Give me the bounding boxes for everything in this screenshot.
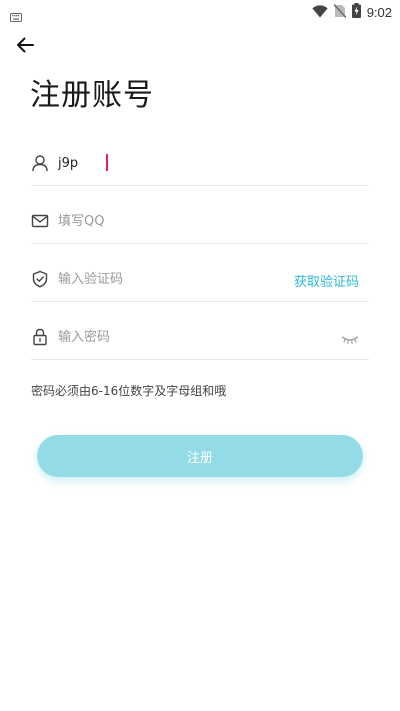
eye-closed-icon[interactable] <box>341 331 359 345</box>
password-row <box>31 319 369 360</box>
page-title: 注册账号 <box>30 78 154 113</box>
status-time: 9:02 <box>366 4 392 20</box>
password-field[interactable] <box>58 326 288 348</box>
battery-charging-icon <box>351 2 361 22</box>
text-caret <box>106 154 108 171</box>
qq-field[interactable] <box>58 210 288 232</box>
verification-code-field[interactable] <box>58 268 288 290</box>
back-button[interactable] <box>12 34 38 60</box>
status-right: 9:02 <box>311 2 392 22</box>
mail-icon <box>31 212 49 230</box>
code-row: 获取验证码 <box>31 261 369 302</box>
shield-check-icon <box>31 270 49 288</box>
qq-row <box>31 203 369 244</box>
status-bar: 9:02 <box>0 0 400 24</box>
get-code-button[interactable]: 获取验证码 <box>294 271 359 290</box>
no-sim-icon <box>333 3 347 22</box>
arrow-left-icon <box>16 37 34 57</box>
register-button[interactable]: 注册 <box>37 435 363 477</box>
user-icon <box>31 154 49 172</box>
password-hint: 密码必须由6-16位数字及字母组和哦 <box>31 384 227 398</box>
wifi-icon <box>311 3 328 22</box>
username-field[interactable] <box>58 152 288 174</box>
lock-icon <box>31 328 49 346</box>
keyboard-icon <box>10 7 22 26</box>
username-row <box>31 145 369 186</box>
